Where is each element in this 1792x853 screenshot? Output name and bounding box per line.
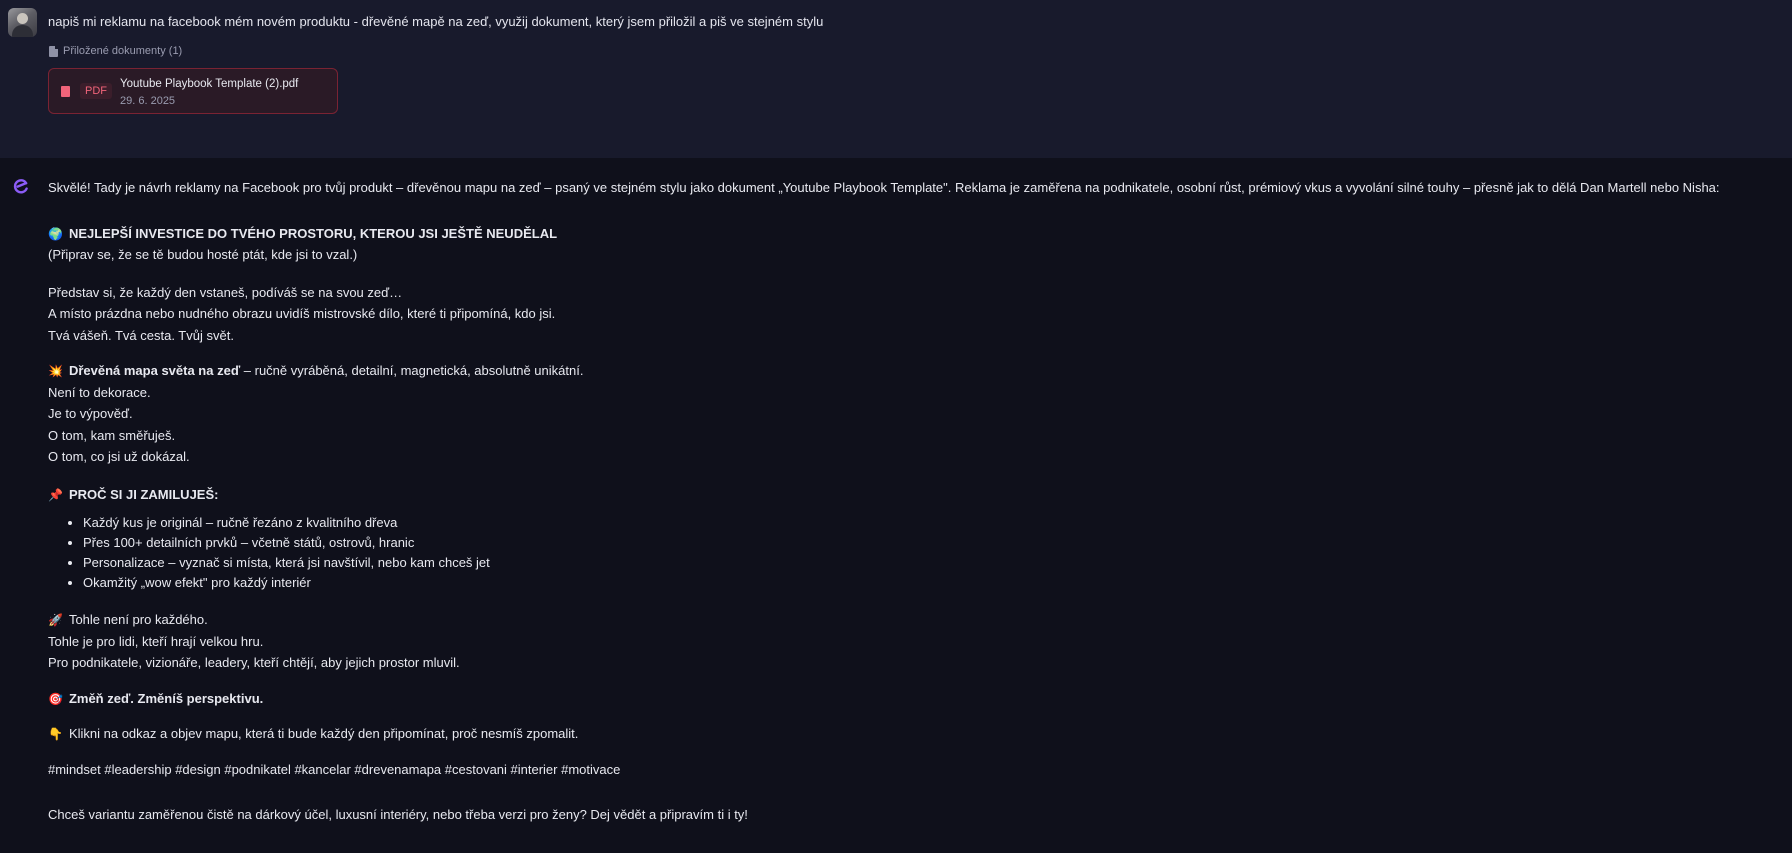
imagine-line: A místo prázdna nebo nudného obrazu uvid… xyxy=(48,306,556,321)
statement-line: O tom, co jsi už dokázal. xyxy=(48,449,190,464)
statement-line: O tom, kam směřuješ. xyxy=(48,427,176,443)
assistant-logo-icon xyxy=(13,179,28,194)
why-heading: 📌 PROČ SI JI ZAMILUJEŠ: xyxy=(48,484,1788,506)
target-icon: 🎯 xyxy=(48,691,63,706)
ad-headline: 🌍 NEJLEPŠÍ INVESTICE DO TVÉHO PROSTORU, K… xyxy=(48,223,1788,245)
hashtags: #mindset #leadership #design #podnikatel… xyxy=(48,761,621,777)
statement-line: Je to výpověď. xyxy=(48,406,133,421)
attached-documents-text: Přiložené dokumenty (1) xyxy=(63,45,183,57)
attachment-card[interactable]: PDF Youtube Playbook Template (2).pdf 29… xyxy=(48,68,338,114)
tagline: 🎯 Změň zeď. Změníš perspektivu. xyxy=(48,688,1788,710)
product-name: Dřevěná mapa světa na zeď xyxy=(68,363,241,378)
list-item: Každý kus je originál – ručně řezáno z k… xyxy=(83,513,1788,533)
ad-headline-text: NEJLEPŠÍ INVESTICE DO TVÉHO PROSTORU, KT… xyxy=(68,225,558,241)
why-heading-text: PROČ SI JI ZAMILUJEŠ: xyxy=(68,486,219,502)
call-to-action-text: Klikni na odkaz a objev mapu, která ti b… xyxy=(68,726,579,741)
audience-line: Tohle je pro lidi, kteří hrají velkou hr… xyxy=(48,633,264,649)
call-to-action: 👇 Klikni na odkaz a objev mapu, která ti … xyxy=(48,723,1788,745)
list-item: Personalizace – vyznač si místa, která j… xyxy=(83,553,1788,573)
imagine-line: Tvá vášeň. Tvá cesta. Tvůj svět. xyxy=(48,327,234,343)
tagline-text: Změň zeď. Změníš perspektivu. xyxy=(68,690,264,706)
product-line: 💥 Dřevěná mapa světa na zeď – ručně vyráb… xyxy=(48,360,1788,382)
collision-icon: 💥 xyxy=(48,364,63,378)
pointing-down-icon: 👇 xyxy=(48,727,63,741)
attachment-date: 29. 6. 2025 xyxy=(120,95,176,107)
audience-line: 🚀 Tohle není pro každého. xyxy=(48,609,1788,631)
list-item: Přes 100+ detailních prvků – včetně stát… xyxy=(83,533,1788,553)
pushpin-icon: 📌 xyxy=(48,487,63,502)
statement-line: Není to dekorace. xyxy=(48,384,151,400)
user-prompt-text: napiš mi reklamu na facebook mém novém p… xyxy=(48,14,824,29)
ad-subheadline: (Připrav se, že se tě budou hosté ptát, … xyxy=(48,247,358,262)
assistant-reply: Skvělé! Tady je návrh reklamy na Faceboo… xyxy=(48,177,1788,826)
audience-line: Pro podnikatele, vizionáře, leadery, kte… xyxy=(48,655,460,670)
attachment-file-name: Youtube Playbook Template (2).pdf xyxy=(120,78,299,90)
user-message: napiš mi reklamu na facebook mém novém p… xyxy=(0,0,1792,158)
user-avatar[interactable] xyxy=(8,8,37,37)
list-item: Okamžitý „wow efekt" pro každý interiér xyxy=(83,573,1788,593)
audience-line-text: Tohle není pro každého. xyxy=(68,612,208,627)
why-list: Každý kus je originál – ručně řezáno z k… xyxy=(48,513,1788,593)
closing-question: Chceš variantu zaměřenou čistě na dárkov… xyxy=(48,807,748,822)
document-icon xyxy=(49,45,58,57)
file-icon xyxy=(61,86,70,97)
product-description: – ručně vyráběná, detailní, magnetická, … xyxy=(240,363,584,378)
pdf-badge: PDF xyxy=(80,83,112,99)
attached-documents-label: Přiložené dokumenty (1) xyxy=(49,45,182,57)
rocket-icon: 🚀 xyxy=(48,613,63,627)
imagine-line: Představ si, že každý den vstaneš, podív… xyxy=(48,284,403,300)
reply-intro: Skvělé! Tady je návrh reklamy na Faceboo… xyxy=(48,180,1720,195)
globe-icon: 🌍 xyxy=(48,226,63,241)
